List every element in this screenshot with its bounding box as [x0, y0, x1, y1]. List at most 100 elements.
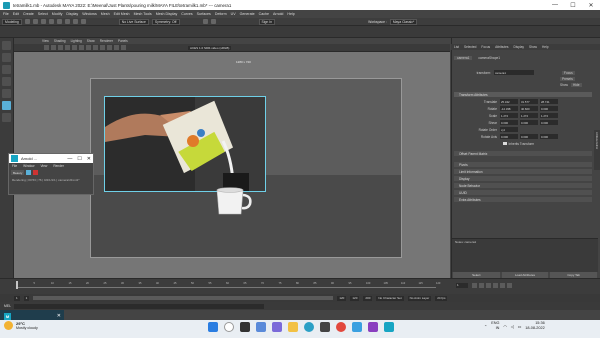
- last-tool-icon[interactable]: [2, 113, 11, 122]
- transform-attributes-section[interactable]: Transform Attributes: [454, 92, 592, 97]
- save-icon[interactable]: [32, 19, 38, 24]
- live-surface-field[interactable]: No Live Surface: [118, 18, 149, 25]
- menu-mesh-display[interactable]: Mesh Display: [156, 12, 178, 16]
- ae-menu-attributes[interactable]: Attributes: [495, 45, 508, 49]
- uuid-section[interactable]: UUID: [454, 190, 592, 195]
- playback-end-field[interactable]: 200: [363, 295, 373, 301]
- symmetry-dropdown[interactable]: Symmetry: Off: [151, 18, 180, 25]
- node-tab-camera1[interactable]: camera1: [454, 55, 473, 60]
- ae-menu-list[interactable]: List: [454, 45, 459, 49]
- file-explorer-icon[interactable]: [288, 322, 298, 332]
- menu-help[interactable]: Help: [287, 12, 294, 16]
- start-frame-field[interactable]: 1: [14, 295, 20, 301]
- image-plane-icon[interactable]: [65, 45, 70, 50]
- mel-label[interactable]: MEL: [4, 304, 11, 308]
- shear-y-field[interactable]: 0.000: [520, 120, 538, 125]
- panel-menu-lighting[interactable]: Lighting: [71, 39, 82, 43]
- search-icon[interactable]: [224, 322, 234, 332]
- arnold-minimize-button[interactable]: —: [67, 156, 72, 162]
- snap-curve-icon[interactable]: [72, 19, 78, 24]
- rotate-y-field[interactable]: 40.600: [520, 106, 538, 111]
- focus-button[interactable]: Focus: [562, 70, 575, 75]
- camera-attributes-icon[interactable]: [51, 45, 56, 50]
- menu-cache[interactable]: Cache: [259, 12, 269, 16]
- shear-x-field[interactable]: 0.000: [500, 120, 518, 125]
- display-section[interactable]: Display: [454, 176, 592, 181]
- step-back-icon[interactable]: [479, 283, 484, 288]
- mug-model[interactable]: [215, 186, 255, 216]
- panel-menu-view[interactable]: View: [42, 39, 49, 43]
- ae-menu-help[interactable]: Help: [542, 45, 549, 49]
- translate-y-field[interactable]: 31.577: [520, 99, 538, 104]
- rotate-axis-x-field[interactable]: 0.000: [500, 134, 518, 139]
- workspace-dropdown[interactable]: Maya Classic*: [389, 18, 418, 25]
- menu-mesh-tools[interactable]: Mesh Tools: [134, 12, 152, 16]
- node-tab-camerashape1[interactable]: cameraShape1: [475, 56, 503, 60]
- snap-grid-icon[interactable]: [64, 19, 70, 24]
- ae-menu-selected[interactable]: Selected: [464, 45, 476, 49]
- minimize-button[interactable]: —: [546, 2, 564, 8]
- extra-attributes-section[interactable]: Extra Attributes: [454, 197, 592, 202]
- paint-select-tool-icon[interactable]: [2, 65, 11, 74]
- show-button[interactable]: Show: [560, 83, 568, 87]
- chat-icon[interactable]: [272, 322, 282, 332]
- maximize-button[interactable]: ☐: [564, 2, 582, 9]
- ipr-render-icon[interactable]: [210, 19, 216, 24]
- film-gate-icon[interactable]: [79, 45, 84, 50]
- play-back-icon[interactable]: [486, 283, 491, 288]
- scale-x-field[interactable]: 1.272: [500, 113, 518, 118]
- range-start-field[interactable]: 1: [23, 295, 30, 301]
- panel-menu-shading[interactable]: Shading: [54, 39, 66, 43]
- menu-curves[interactable]: Curves: [181, 12, 192, 16]
- shadows-icon[interactable]: [121, 45, 126, 50]
- menu-display[interactable]: Display: [66, 12, 78, 16]
- clock[interactable]: 15:36 18-08-2022: [525, 321, 544, 331]
- rotate-order-dropdown[interactable]: xyz: [500, 127, 518, 132]
- grid-icon[interactable]: [72, 45, 77, 50]
- go-end-icon[interactable]: [507, 283, 512, 288]
- language-indicator[interactable]: ENG IN: [491, 321, 499, 331]
- translate-x-field[interactable]: 25.342: [500, 99, 518, 104]
- arnold-menu-window[interactable]: Window: [23, 164, 34, 168]
- lasso-tool-icon[interactable]: [2, 53, 11, 62]
- bookmark-icon[interactable]: [58, 45, 63, 50]
- task-view-icon[interactable]: [240, 322, 250, 332]
- smooth-shade-icon[interactable]: [100, 45, 105, 50]
- rotate-axis-z-field[interactable]: 0.000: [540, 134, 558, 139]
- fps-dropdown[interactable]: 24 fps: [435, 295, 448, 301]
- rotate-x-field[interactable]: -12.338: [500, 106, 518, 111]
- chrome-icon[interactable]: [336, 322, 346, 332]
- menu-windows[interactable]: Windows: [82, 12, 97, 16]
- character-set-dropdown[interactable]: No Character Set: [376, 295, 404, 301]
- ae-menu-display[interactable]: Display: [514, 45, 524, 49]
- resolution-gate-icon[interactable]: [86, 45, 91, 50]
- transform-name-field[interactable]: camera1: [494, 70, 534, 75]
- menu-file[interactable]: File: [3, 12, 9, 16]
- start-icon[interactable]: [208, 322, 218, 332]
- ae-menu-show[interactable]: Show: [529, 45, 537, 49]
- notes-panel[interactable]: Notes: camera1: [452, 238, 598, 272]
- play-forward-icon[interactable]: [493, 283, 498, 288]
- anim-layer-dropdown[interactable]: No Anim Layer: [407, 295, 432, 301]
- arnold-menu-render[interactable]: Render: [53, 164, 63, 168]
- color-space-label[interactable]: ACES 1.0 SDR-video (sRGB): [188, 45, 232, 50]
- translate-z-field[interactable]: 28.741: [540, 99, 558, 104]
- ae-menu-focus[interactable]: Focus: [481, 45, 490, 49]
- current-time-indicator[interactable]: [16, 281, 18, 289]
- menu-create[interactable]: Create: [23, 12, 34, 16]
- presets-button[interactable]: Presets: [560, 76, 575, 81]
- current-frame-field[interactable]: 1: [456, 283, 468, 288]
- pivots-section[interactable]: Pivots: [454, 162, 592, 167]
- panel-menu-show[interactable]: Show: [87, 39, 95, 43]
- undo-icon[interactable]: [40, 19, 46, 24]
- menu-surfaces[interactable]: Surfaces: [197, 12, 211, 16]
- mode-dropdown[interactable]: Modeling: [2, 18, 22, 25]
- panel-menu-panels[interactable]: Panels: [118, 39, 128, 43]
- wifi-icon[interactable]: ◠: [503, 324, 506, 329]
- select-tool-icon[interactable]: [2, 41, 11, 50]
- snap-point-icon[interactable]: [80, 19, 86, 24]
- inherits-checkbox[interactable]: [503, 141, 507, 146]
- folder-icon[interactable]: [24, 19, 30, 24]
- menu-arnold[interactable]: Arnold: [273, 12, 283, 16]
- weather-widget[interactable]: 29°C Mostly cloudy: [4, 321, 38, 330]
